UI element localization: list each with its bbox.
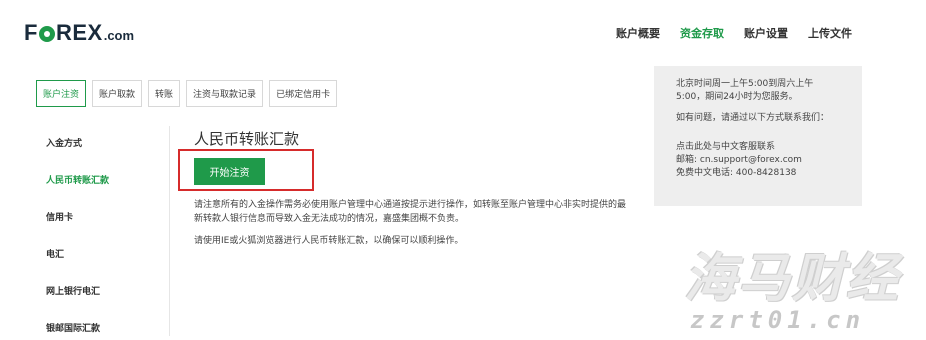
deposit-method-sidebar: 入金方式 人民币转账汇款 信用卡 电汇 网上银行电汇 银邮国际汇款 <box>46 126 170 336</box>
sidebar-item-unionpay-intl[interactable]: 银邮国际汇款 <box>46 321 100 334</box>
contact-intro: 如有问题，请通过以下方式联系我们： <box>676 113 830 123</box>
sidebar-item-wire[interactable]: 电汇 <box>46 247 64 260</box>
logo-suffix: REX <box>55 20 103 45</box>
service-hours: 北京时间周一上午5:00到周六上午 5:00，期间24小时为您服务。 <box>676 78 848 104</box>
tab-history[interactable]: 注资与取款记录 <box>186 80 264 107</box>
logo-o-icon <box>38 26 55 42</box>
nav-account-settings[interactable]: 账户设置 <box>744 25 788 41</box>
sidebar-item-credit-card[interactable]: 信用卡 <box>46 210 73 223</box>
contact-info-box: 北京时间周一上午5:00到周六上午 5:00，期间24小时为您服务。 如有问题，… <box>654 66 862 206</box>
customer-service-link[interactable]: 点击此处与中文客服联系 <box>676 141 848 154</box>
notice-line-1: 请注意所有的入金操作需务必使用账户管理中心通道按提示进行操作，如转账至账户管理中… <box>194 200 627 210</box>
tab-transfer[interactable]: 转账 <box>148 80 181 107</box>
browser-notice: 请使用IE或火狐浏览器进行人民币转账汇款，以确保可以顺利操作。 <box>194 236 464 246</box>
support-email: 邮箱: cn.support@forex.com <box>676 155 802 165</box>
top-nav: 账户概要 资金存取 账户设置 上传文件 <box>616 25 852 41</box>
notice-text: 请注意所有的入金操作需务必使用账户管理中心通道按提示进行操作，如转账至账户管理中… <box>194 198 650 226</box>
logo-domain: .com <box>103 28 135 43</box>
sidebar-item-methods[interactable]: 入金方式 <box>46 136 82 149</box>
nav-account-summary[interactable]: 账户概要 <box>616 25 660 41</box>
watermark-chinese: 海马财经 <box>684 249 901 309</box>
start-deposit-button[interactable]: 开始注资 <box>194 158 265 185</box>
tab-deposit[interactable]: 账户注资 <box>36 80 87 107</box>
service-hours-line-2: 5:00，期间24小时为您服务。 <box>676 92 798 102</box>
nav-funding[interactable]: 资金存取 <box>680 25 724 41</box>
tab-saved-cards[interactable]: 已绑定信用卡 <box>269 80 338 107</box>
tab-withdraw[interactable]: 账户取款 <box>92 80 143 107</box>
logo-prefix: F <box>24 20 38 45</box>
sidebar-item-online-bank-wire[interactable]: 网上银行电汇 <box>46 284 100 297</box>
notice-line-2: 新转款人银行信息而导致入金无法成功的情况，嘉盛集团概不负责。 <box>194 214 465 224</box>
watermark-url: zzrt01.cn <box>690 306 866 334</box>
service-hours-line-1: 北京时间周一上午5:00到周六上午 <box>676 79 814 89</box>
page-title: 人民币转账汇款 <box>194 130 300 148</box>
funding-tabs: 账户注资 账户取款 转账 注资与取款记录 已绑定信用卡 <box>36 80 338 107</box>
forex-logo[interactable]: F REX .com <box>24 20 134 46</box>
support-phone: 免费中文电话: 400-8428138 <box>676 168 797 178</box>
sidebar-item-rmb-transfer[interactable]: 人民币转账汇款 <box>46 173 109 186</box>
nav-upload-documents[interactable]: 上传文件 <box>808 25 852 41</box>
